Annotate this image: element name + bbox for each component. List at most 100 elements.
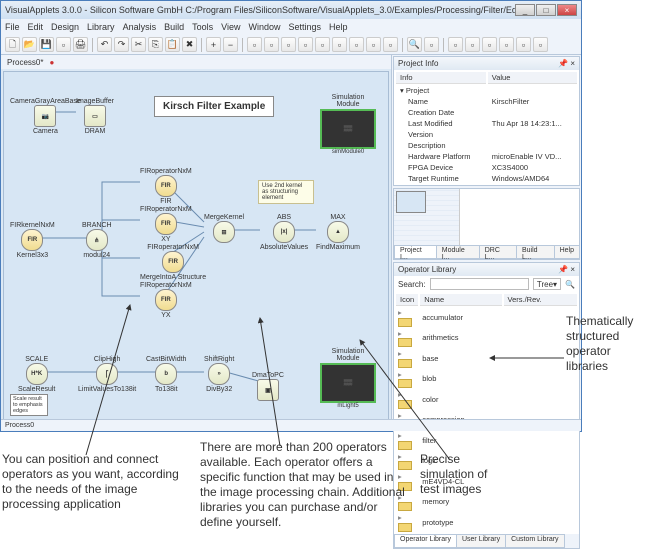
- info-row[interactable]: Version: [396, 130, 577, 139]
- pin-icon[interactable]: 📌 ×: [558, 59, 575, 68]
- hint-scale: Scale result to emphasis edges: [10, 394, 48, 416]
- box8-button[interactable]: ▫: [366, 37, 381, 52]
- tab-operator-library[interactable]: Operator Library: [394, 534, 457, 548]
- tab-DRCL[interactable]: DRC L...: [479, 245, 517, 259]
- fit-button[interactable]: ▫: [482, 37, 497, 52]
- operator-folder[interactable]: ▸prototype: [396, 513, 577, 532]
- camera-icon: 📷: [34, 105, 56, 127]
- node-dma[interactable]: DmaToPC▣: [252, 372, 284, 402]
- info-row[interactable]: Hardware PlatformmicroEnable IV VD...: [396, 152, 577, 161]
- minimize-button[interactable]: _: [515, 4, 535, 16]
- minimap[interactable]: [394, 189, 460, 245]
- save-all-button[interactable]: ▫: [56, 37, 71, 52]
- open-button[interactable]: 📂: [22, 37, 37, 52]
- sim-image-icon: ▒▒: [320, 363, 376, 403]
- print-button[interactable]: 🖨: [73, 37, 88, 52]
- node-kernel[interactable]: FIRkernelNxMFIRKernel3x3: [10, 222, 55, 259]
- menu-help[interactable]: Help: [329, 22, 348, 32]
- node-fir3[interactable]: FIRoperatorNxMFIRMergeIntoA Structure: [140, 244, 206, 281]
- canvas-tab[interactable]: Process0*●: [1, 55, 391, 69]
- tool1-button[interactable]: ▫: [499, 37, 514, 52]
- undo-button[interactable]: ↶: [97, 37, 112, 52]
- node-dram[interactable]: ImageBuffer▭DRAM: [76, 98, 114, 135]
- node-clip[interactable]: ClipHigh⎡LimitValuesTo138it: [78, 356, 136, 393]
- node-merge[interactable]: MergeKernel⊞: [204, 214, 244, 244]
- close-button[interactable]: ×: [557, 4, 577, 16]
- save-button[interactable]: 💾: [39, 37, 54, 52]
- tab-Help[interactable]: Help: [554, 245, 580, 259]
- operator-folder[interactable]: ▸filter: [396, 431, 577, 450]
- tab-BuildL[interactable]: Build L...: [516, 245, 555, 259]
- close-button[interactable]: ✖: [182, 37, 197, 52]
- node-abs[interactable]: ABS|x|AbsoluteValues: [260, 214, 308, 251]
- copy-button[interactable]: ⎘: [148, 37, 163, 52]
- menu-file[interactable]: File: [5, 22, 20, 32]
- view-select[interactable]: Tree ▾: [533, 278, 561, 290]
- zoom-in-button[interactable]: +: [206, 37, 221, 52]
- search2-button[interactable]: ▫: [424, 37, 439, 52]
- operator-folder[interactable]: ▸blob: [396, 370, 577, 389]
- box3-button[interactable]: ▫: [281, 37, 296, 52]
- operator-folder[interactable]: ▸base: [396, 349, 577, 368]
- sim-module-0[interactable]: Simulation Module▒▒simModule0: [320, 94, 376, 155]
- node-max[interactable]: MAX▲FindMaximum: [316, 214, 360, 251]
- tab-ProjectI[interactable]: Project I...: [394, 245, 437, 259]
- box5-button[interactable]: ▫: [315, 37, 330, 52]
- info-row[interactable]: Last ModifiedThu Apr 18 14:23:1...: [396, 119, 577, 128]
- tab-user-library[interactable]: User Library: [456, 534, 506, 548]
- redo-button[interactable]: ↷: [114, 37, 129, 52]
- tab-custom-library[interactable]: Custom Library: [505, 534, 564, 548]
- node-branch[interactable]: BRANCH⋔modul24: [82, 222, 112, 259]
- operator-folder[interactable]: ▸arithmetics: [396, 329, 577, 348]
- operator-folder[interactable]: ▸accumulator: [396, 308, 577, 327]
- branch-button[interactable]: ▫: [465, 37, 480, 52]
- menu-design[interactable]: Design: [51, 22, 79, 32]
- node-camera[interactable]: CameraGrayAreaBase📷Camera: [10, 98, 81, 135]
- design-canvas[interactable]: Kirsch Filter Example CameraGrayAreaBase…: [3, 71, 389, 429]
- menu-build[interactable]: Build: [164, 22, 184, 32]
- shift-icon: »: [208, 363, 230, 385]
- zoom-out-button[interactable]: −: [223, 37, 238, 52]
- titlebar[interactable]: VisualApplets 3.0.0 - Silicon Software G…: [1, 1, 581, 19]
- paste-button[interactable]: 📋: [165, 37, 180, 52]
- tab-ModuleI[interactable]: Module I...: [436, 245, 480, 259]
- node-fir1[interactable]: FIRoperatorNxMFIRFIR: [140, 168, 192, 205]
- sim-module-1[interactable]: Simulation Module▒▒mLight5: [320, 348, 376, 409]
- pin-icon[interactable]: 📌 ×: [558, 265, 575, 274]
- tool2-button[interactable]: ▫: [516, 37, 531, 52]
- search-icon[interactable]: 🔍: [565, 280, 575, 289]
- menu-library[interactable]: Library: [87, 22, 115, 32]
- search-input[interactable]: [430, 278, 529, 290]
- info-row[interactable]: NameKirschFilter: [396, 97, 577, 106]
- node-scale[interactable]: SCALEH*KScaleResult: [18, 356, 55, 393]
- box9-button[interactable]: ▫: [383, 37, 398, 52]
- cut-button[interactable]: ✂: [131, 37, 146, 52]
- maximize-button[interactable]: □: [536, 4, 556, 16]
- fir-icon: FIR: [155, 213, 177, 235]
- menu-edit[interactable]: Edit: [28, 22, 44, 32]
- menu-analysis[interactable]: Analysis: [123, 22, 157, 32]
- sim-image-icon: ▒▒: [320, 109, 376, 149]
- node-fir2[interactable]: FIRoperatorNxMFIRXY: [140, 206, 192, 243]
- node-shift[interactable]: ShiftRight»DivBy32: [204, 356, 234, 393]
- info-row[interactable]: Description: [396, 141, 577, 150]
- box7-button[interactable]: ▫: [349, 37, 364, 52]
- menu-settings[interactable]: Settings: [288, 22, 321, 32]
- info-row[interactable]: Creation Date: [396, 108, 577, 117]
- tool3-button[interactable]: ▫: [533, 37, 548, 52]
- box6-button[interactable]: ▫: [332, 37, 347, 52]
- box4-button[interactable]: ▫: [298, 37, 313, 52]
- node-fir4[interactable]: FIRoperatorNxMFIRYX: [140, 282, 192, 319]
- info-row[interactable]: Target RuntimeWindows/AMD64: [396, 174, 577, 183]
- node-cast[interactable]: CastBitWidthbTo138it: [146, 356, 186, 393]
- box2-button[interactable]: ▫: [264, 37, 279, 52]
- operator-folder[interactable]: ▸color: [396, 390, 577, 409]
- menu-tools[interactable]: Tools: [192, 22, 213, 32]
- box1-button[interactable]: ▫: [247, 37, 262, 52]
- search-button[interactable]: 🔍: [407, 37, 422, 52]
- new-button[interactable]: 🗋: [5, 37, 20, 52]
- menu-view[interactable]: View: [221, 22, 240, 32]
- menu-window[interactable]: Window: [248, 22, 280, 32]
- analyze-button[interactable]: ▫: [448, 37, 463, 52]
- info-row[interactable]: FPGA DeviceXC3S4000: [396, 163, 577, 172]
